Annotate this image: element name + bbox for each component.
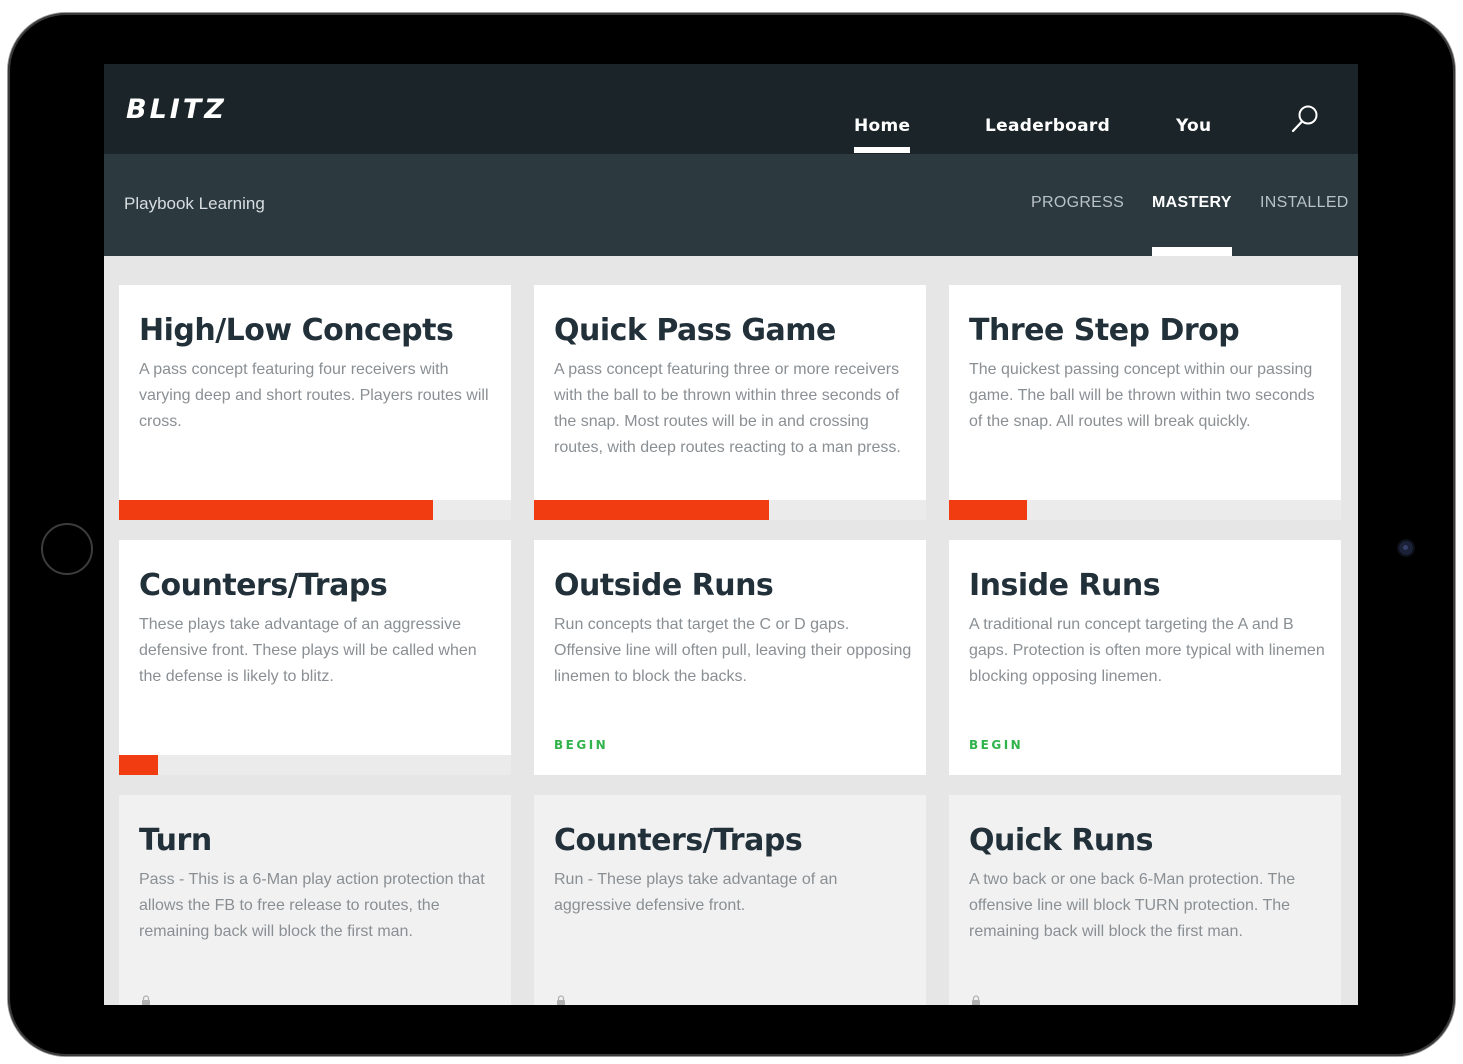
mastery-progress-bar (119, 755, 511, 775)
card-title: Turn (139, 823, 212, 858)
nav-home[interactable]: Home (854, 116, 911, 153)
card-description: Pass - This is a 6-Man play action prote… (139, 871, 485, 940)
concept-card-quick-runs[interactable]: Quick Runs A two back or one back 6-Man … (949, 795, 1341, 1005)
section-header: Playbook Learning PROGRESS MASTERY INSTA… (104, 154, 1358, 256)
card-description: The quickest passing concept within our … (969, 361, 1315, 430)
tab-installed[interactable]: INSTALLED (1260, 194, 1349, 212)
progress-fill (119, 755, 159, 775)
concept-card-counters-traps[interactable]: Counters/Traps These plays take advantag… (119, 540, 511, 775)
home-hardware-button[interactable] (41, 523, 93, 575)
concept-card-counters-traps-run[interactable]: Counters/Traps Run - These plays take ad… (534, 795, 926, 1005)
card-description: Run concepts that target the C or D gaps… (554, 616, 912, 685)
card-description: A two back or one back 6-Man protection.… (969, 871, 1296, 940)
camera-icon (1399, 541, 1413, 555)
card-description: A pass concept featuring four receivers … (139, 361, 489, 430)
card-title: Inside Runs (969, 568, 1161, 603)
card-title: Three Step Drop (969, 313, 1240, 348)
card-title: Counters/Traps (139, 568, 388, 603)
lock-icon (972, 995, 980, 1005)
section-title: Playbook Learning (124, 194, 265, 213)
tab-progress[interactable]: PROGRESS (1031, 194, 1124, 212)
card-title: Outside Runs (554, 568, 774, 603)
app-logo[interactable]: BLITZ (126, 94, 227, 125)
card-title: Counters/Traps (554, 823, 803, 858)
concept-card-inside-runs[interactable]: Inside Runs A traditional run concept ta… (949, 540, 1341, 775)
card-description: Run - These plays take advantage of an a… (554, 871, 838, 914)
mastery-progress-bar (119, 500, 511, 520)
card-title: Quick Pass Game (554, 313, 836, 348)
begin-button[interactable]: BEGIN (554, 738, 608, 752)
card-description: A pass concept featuring three or more r… (554, 361, 901, 456)
mastery-progress-bar (949, 500, 1341, 520)
search-icon[interactable] (1291, 104, 1319, 134)
card-title: Quick Runs (969, 823, 1154, 858)
begin-button[interactable]: BEGIN (969, 738, 1023, 752)
concept-card-turn[interactable]: Turn Pass - This is a 6-Man play action … (119, 795, 511, 1005)
nav-leaderboard[interactable]: Leaderboard (985, 116, 1110, 136)
card-title: High/Low Concepts (139, 313, 454, 348)
lock-icon (142, 995, 150, 1005)
concept-card-high-low[interactable]: High/Low Concepts A pass concept featuri… (119, 285, 511, 520)
progress-fill (949, 500, 1028, 520)
progress-fill (534, 500, 770, 520)
card-description: These plays take advantage of an aggress… (139, 616, 477, 685)
concept-card-outside-runs[interactable]: Outside Runs Run concepts that target th… (534, 540, 926, 775)
mastery-progress-bar (534, 500, 926, 520)
card-description: A traditional run concept targeting the … (969, 616, 1325, 685)
progress-fill (119, 500, 433, 520)
concept-card-three-step[interactable]: Three Step Drop The quickest passing con… (949, 285, 1341, 520)
concept-card-quick-pass[interactable]: Quick Pass Game A pass concept featuring… (534, 285, 926, 520)
lock-icon (557, 995, 565, 1005)
nav-you[interactable]: You (1176, 116, 1211, 136)
top-navigation-bar: BLITZ Home Leaderboard You (104, 64, 1358, 154)
app-screen: BLITZ Home Leaderboard You Playbook Lear… (104, 64, 1358, 1005)
tab-mastery[interactable]: MASTERY (1152, 194, 1232, 256)
